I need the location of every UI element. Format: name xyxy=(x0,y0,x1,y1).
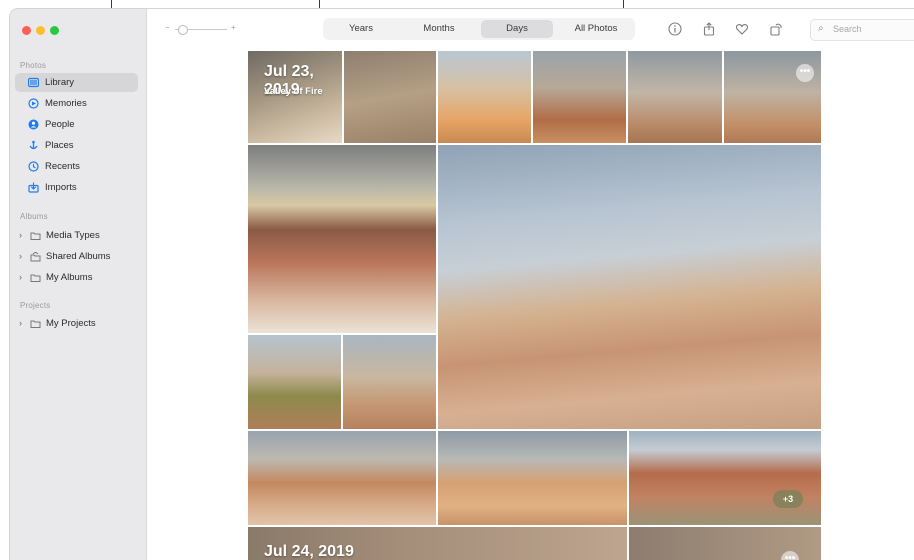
sidebar-item-people[interactable]: People xyxy=(15,115,138,134)
photo-tile[interactable] xyxy=(248,335,341,429)
folder-icon xyxy=(30,274,41,282)
memories-icon xyxy=(28,98,39,109)
photo-tile[interactable] xyxy=(533,51,626,143)
people-icon xyxy=(28,119,39,130)
view-segmented-control: Years Months Days All Photos xyxy=(323,18,635,40)
sidebar-item-imports[interactable]: Imports xyxy=(15,178,138,197)
places-icon xyxy=(29,140,38,150)
photo-tile[interactable] xyxy=(344,51,436,143)
sidebar-item-shared-albums[interactable]: › Shared Albums xyxy=(15,247,138,266)
photo-tile[interactable]: Jul 24, 2019 xyxy=(248,527,627,560)
zoom-out-icon[interactable]: − xyxy=(165,23,170,32)
close-window-button[interactable] xyxy=(22,26,31,35)
info-icon[interactable] xyxy=(668,22,682,36)
folder-icon xyxy=(30,320,41,328)
sidebar-section-photos: Photos xyxy=(20,61,47,70)
shared-albums-icon xyxy=(30,252,41,262)
photo-tile[interactable] xyxy=(438,431,627,525)
photo-tile[interactable]: ••• xyxy=(724,51,821,143)
photo-tile[interactable]: ••• xyxy=(629,527,821,560)
photo-tile[interactable] xyxy=(343,335,436,429)
chevron-right-icon[interactable]: › xyxy=(19,314,22,333)
chevron-right-icon[interactable]: › xyxy=(19,226,22,245)
rotate-icon[interactable] xyxy=(769,22,783,36)
sidebar-item-label: Imports xyxy=(45,182,77,193)
favorite-heart-icon[interactable] xyxy=(735,22,749,36)
sidebar-item-my-projects[interactable]: › My Projects xyxy=(15,314,138,333)
sidebar-item-media-types[interactable]: › Media Types xyxy=(15,226,138,245)
sidebar-section-projects: Projects xyxy=(20,301,51,310)
sidebar-section-albums: Albums xyxy=(20,212,48,221)
sidebar-item-label: Shared Albums xyxy=(46,251,111,262)
sidebar-item-places[interactable]: Places xyxy=(15,136,138,155)
photo-tile[interactable] xyxy=(438,51,531,143)
sidebar-item-label: Recents xyxy=(45,161,80,172)
minimize-window-button[interactable] xyxy=(36,26,45,35)
tab-years[interactable]: Years xyxy=(325,20,397,38)
photos-window: Photos Library Memories People Places Re… xyxy=(9,8,914,560)
sidebar-item-label: Library xyxy=(45,77,75,88)
toolbar: − + Years Months Days All Photos ⌕ Searc… xyxy=(147,9,914,51)
sidebar-item-label: Memories xyxy=(45,98,87,109)
share-icon[interactable] xyxy=(702,22,716,36)
search-field[interactable]: ⌕ Search xyxy=(810,19,914,41)
sidebar-item-label: My Projects xyxy=(46,318,96,329)
sidebar-item-library[interactable]: Library xyxy=(15,73,138,92)
sidebar: Photos Library Memories People Places Re… xyxy=(10,9,147,560)
search-placeholder: Search xyxy=(833,24,862,34)
zoom-slider-knob[interactable] xyxy=(178,25,188,35)
sidebar-item-label: My Albums xyxy=(46,272,93,283)
chevron-right-icon[interactable]: › xyxy=(19,268,22,287)
photo-tile[interactable] xyxy=(438,145,821,429)
zoom-in-icon[interactable]: + xyxy=(231,23,236,32)
sidebar-item-label: Places xyxy=(45,140,74,151)
more-photos-count-badge[interactable]: +3 xyxy=(773,490,803,508)
folder-icon xyxy=(30,232,41,240)
sidebar-item-memories[interactable]: Memories xyxy=(15,94,138,113)
tab-months[interactable]: Months xyxy=(403,20,475,38)
zoom-window-button[interactable] xyxy=(50,26,59,35)
imports-icon xyxy=(28,182,39,193)
tab-days[interactable]: Days xyxy=(481,20,553,38)
search-icon: ⌕ xyxy=(818,23,824,34)
more-options-button[interactable]: ••• xyxy=(796,64,814,82)
library-icon xyxy=(28,77,39,88)
photo-tile[interactable]: +3 xyxy=(629,431,821,525)
recents-icon xyxy=(28,161,39,172)
sidebar-item-my-albums[interactable]: › My Albums xyxy=(15,268,138,287)
photo-tile[interactable] xyxy=(628,51,722,143)
photo-tile[interactable] xyxy=(248,431,436,525)
photo-grid: Jul 23, 2019 Valley of Fire ••• +3 Jul 2… xyxy=(248,51,821,560)
sidebar-item-label: Media Types xyxy=(46,230,100,241)
photo-tile[interactable] xyxy=(248,145,436,333)
sidebar-item-recents[interactable]: Recents xyxy=(15,157,138,176)
tab-all-photos[interactable]: All Photos xyxy=(559,20,633,38)
chevron-right-icon[interactable]: › xyxy=(19,247,22,266)
day-heading-location: Valley of Fire xyxy=(264,86,323,97)
sidebar-item-label: People xyxy=(45,119,75,130)
photo-tile[interactable]: Jul 23, 2019 Valley of Fire xyxy=(248,51,342,143)
day-heading-date: Jul 24, 2019 xyxy=(264,543,354,560)
